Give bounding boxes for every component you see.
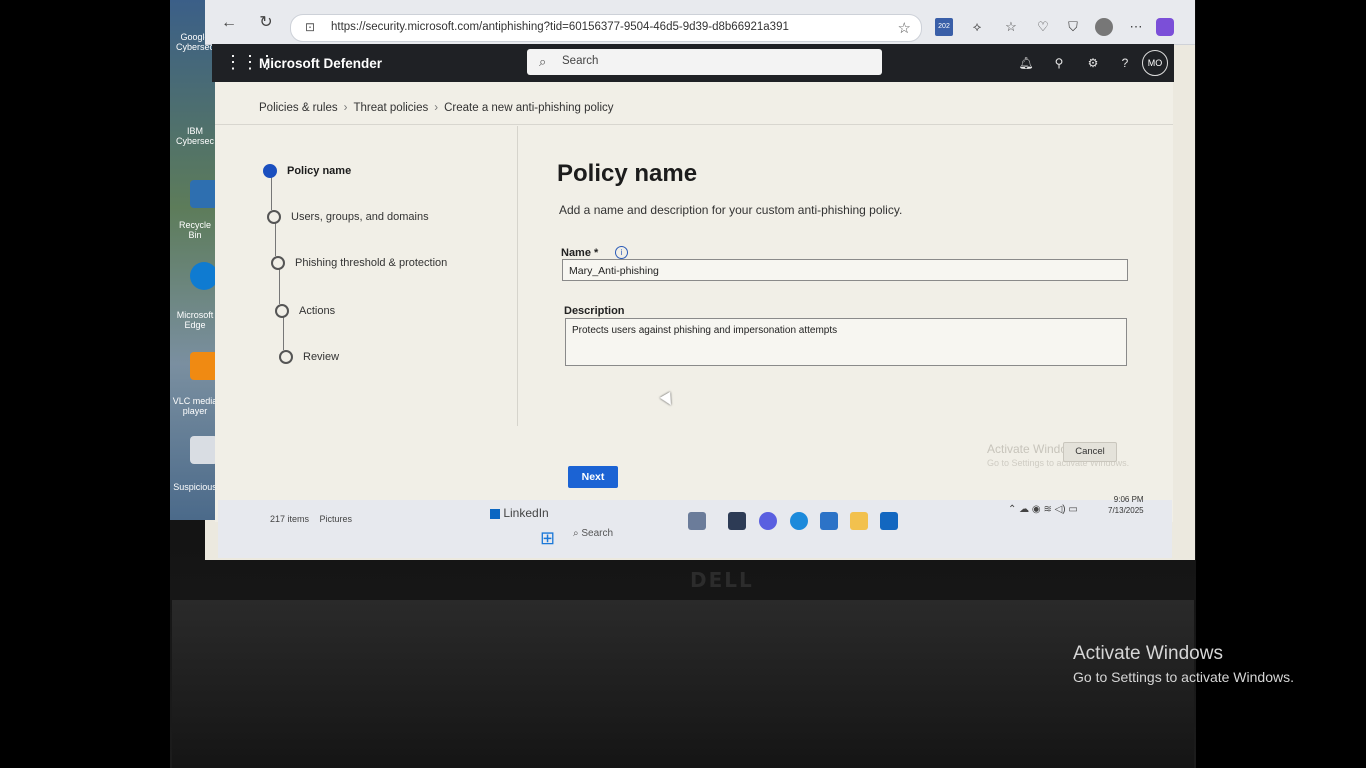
help-icon[interactable]: ? (1116, 54, 1134, 72)
name-field-label: Name * (561, 247, 599, 259)
step-dot-icon (267, 210, 281, 224)
refresh-icon[interactable]: ↻ (257, 14, 275, 32)
breadcrumb-policies-rules[interactable]: Policies & rules (259, 102, 338, 114)
wizard-step-label: Actions (299, 305, 336, 317)
file-explorer-icon[interactable] (850, 512, 868, 530)
app-title[interactable]: Microsoft Defender (259, 56, 382, 71)
favorites-icon[interactable]: ☆ (1002, 18, 1020, 36)
widgets-icon[interactable] (688, 512, 706, 530)
file-icon[interactable] (190, 436, 218, 464)
clock-time: 9:06 PM (1113, 495, 1144, 504)
desktop-label-ibm[interactable]: IBM Cybersec (172, 126, 218, 146)
wizard-step-label: Review (303, 351, 340, 363)
link-icon[interactable]: ⚲ (1050, 54, 1068, 72)
browser-essentials-icon[interactable]: ♡ (1034, 18, 1052, 36)
favorite-star-icon[interactable]: ☆ (898, 19, 911, 37)
search-placeholder: Search (562, 55, 599, 67)
search-icon: ⌕ (539, 54, 547, 69)
info-icon[interactable]: i (615, 246, 628, 259)
wizard-divider (517, 126, 518, 426)
wizard-step-phishing-threshold[interactable]: Phishing threshold & protection (271, 256, 447, 270)
task-view-icon[interactable] (728, 512, 746, 530)
main-content: Policies & rules › Threat policies › Create … (215, 82, 1173, 522)
desktop-label-edge[interactable]: Microsoft Edge (172, 310, 218, 330)
address-bar[interactable]: ⊡ https://security.microsoft.com/antiphi… (290, 14, 922, 42)
clock[interactable]: 9:06 PM 7/13/2025 (1108, 494, 1144, 516)
clock-date: 7/13/2025 (1108, 506, 1144, 515)
cancel-button[interactable]: Cancel (1063, 442, 1117, 462)
step-connector (283, 316, 284, 350)
linkedin-icon (490, 508, 500, 519)
search-input[interactable]: ⌕ Search (527, 49, 882, 75)
desktop-label-suspicious[interactable]: Suspicious (172, 482, 218, 492)
shield-icon[interactable]: ⛉ (1064, 18, 1082, 36)
site-info-icon[interactable]: ⊡ (305, 20, 315, 34)
wizard-step-label: Users, groups, and domains (291, 211, 429, 223)
name-field[interactable]: Mary_Anti-phishing (562, 259, 1128, 281)
next-button[interactable]: Next (568, 466, 618, 488)
wizard-step-actions[interactable]: Actions (275, 304, 335, 318)
page-title: Policy name (557, 160, 698, 187)
explorer-status: 217 items Pictures (270, 514, 352, 524)
outlook-icon[interactable] (880, 512, 898, 530)
taskbar: 217 items Pictures LinkedIn ⊞ ⌕ Search ⌃… (218, 495, 1172, 558)
more-options-icon[interactable]: ⋯ (1127, 18, 1145, 36)
back-arrow-icon[interactable]: ← (220, 14, 238, 32)
breadcrumb-chevron-icon: › (343, 102, 348, 114)
explorer-item-count: 217 items (270, 514, 310, 524)
step-dot-icon (275, 304, 289, 318)
browser-toolbar: ← ↻ ⊡ https://security.microsoft.com/ant… (205, 0, 1195, 45)
activation-subtitle: Go to Settings to activate Windows. (1073, 669, 1294, 685)
calendar-extension-icon[interactable]: 202 (935, 18, 953, 36)
profile-icon[interactable] (1095, 18, 1113, 36)
wizard-step-review[interactable]: Review (279, 350, 339, 364)
step-active-dot-icon (263, 164, 277, 178)
step-connector (275, 222, 276, 256)
vlc-icon[interactable] (190, 352, 218, 380)
edge-desktop-icon[interactable] (190, 262, 218, 290)
description-field[interactable]: Protects users against phishing and impe… (565, 318, 1127, 366)
step-connector (271, 176, 272, 210)
linkedin-label: LinkedIn (503, 506, 549, 520)
explorer-folder[interactable]: Pictures (320, 514, 353, 524)
wizard-step-label: Phishing threshold & protection (295, 257, 448, 269)
header-divider (215, 124, 1173, 125)
wizard-step-policy-name[interactable]: Policy name (263, 164, 351, 178)
recycle-bin-icon[interactable] (190, 180, 218, 208)
windows-start-icon[interactable]: ⊞ (540, 528, 555, 549)
activation-title: Activate Windows (1073, 643, 1223, 664)
form-description: Add a name and description for your cust… (559, 203, 903, 217)
wizard-step-users-groups[interactable]: Users, groups, and domains (267, 210, 429, 224)
breadcrumb-current: Create a new anti-phishing policy (444, 102, 614, 114)
extension-icon[interactable]: ⟡ (968, 18, 986, 36)
activation-watermark: Activate Windows Go to Settings to activ… (1073, 643, 1294, 685)
store-icon[interactable] (820, 512, 838, 530)
description-field-label: Description (564, 305, 625, 317)
desktop-label-vlc[interactable]: VLC media player (172, 396, 218, 416)
breadcrumb: Policies & rules › Threat policies › Create … (259, 102, 614, 114)
settings-gear-icon[interactable]: ⚙ (1084, 54, 1102, 72)
step-dot-icon (271, 256, 285, 270)
avatar[interactable]: MO (1142, 50, 1168, 76)
breadcrumb-threat-policies[interactable]: Threat policies (353, 102, 428, 114)
wizard-step-label: Policy name (287, 165, 352, 177)
notifications-bell-icon[interactable]: 🔔︎ (1017, 54, 1035, 72)
taskbar-search-label: Search (581, 528, 614, 539)
dell-logo: DELL (690, 568, 754, 592)
step-dot-icon (279, 350, 293, 364)
copilot-icon[interactable] (1156, 18, 1174, 36)
edge-taskbar-icon[interactable] (790, 512, 808, 530)
url-text: https://security.microsoft.com/antiphish… (331, 21, 789, 33)
desktop-label-recycle[interactable]: Recycle Bin (172, 220, 218, 240)
step-connector (279, 268, 280, 304)
laptop-keyboard (172, 600, 1194, 768)
taskbar-search[interactable]: ⌕ Search (573, 528, 613, 539)
linkedin-tab[interactable]: LinkedIn (490, 506, 549, 520)
breadcrumb-chevron-icon: › (434, 102, 439, 114)
app-header: ⋮⋮⋮ Microsoft Defender ⌕ Search 🔔︎ ⚲ ⚙ ?… (212, 44, 1174, 82)
teams-icon[interactable] (759, 512, 777, 530)
system-tray[interactable]: ⌃ ☁ ◉ ≋ ◁) ▭ (1008, 504, 1078, 515)
